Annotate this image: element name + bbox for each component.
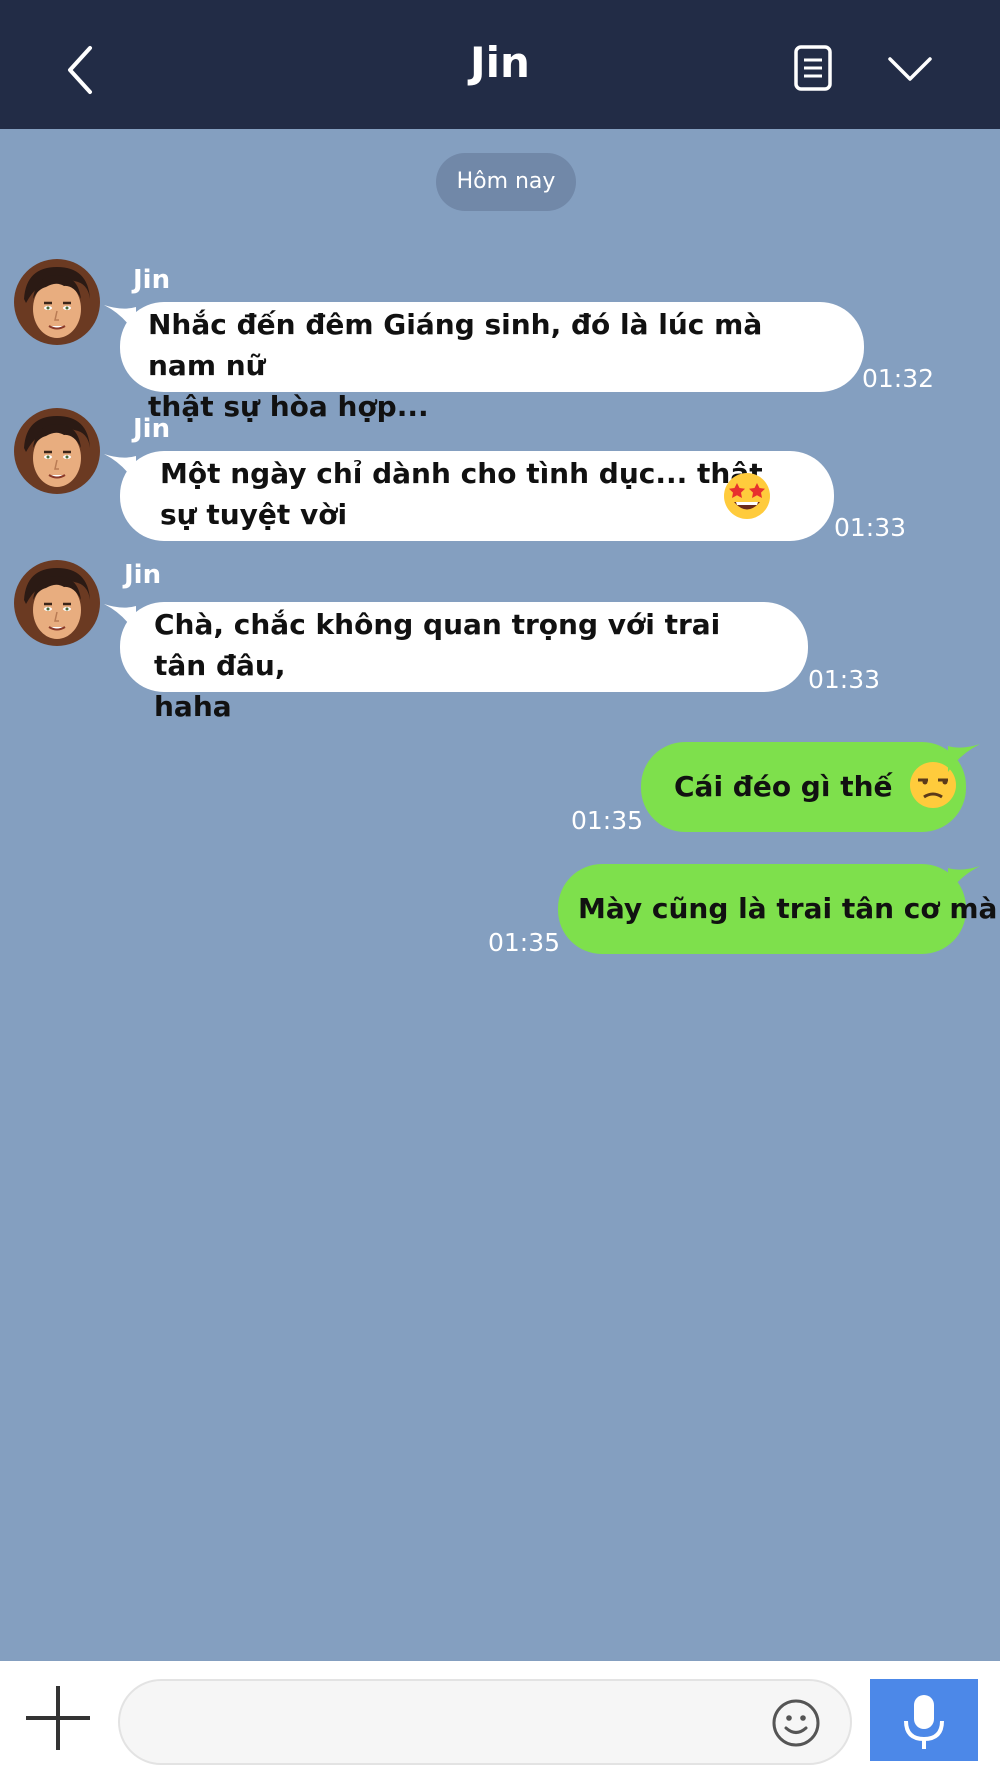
message-line: Một ngày chỉ dành cho tình dục... thật bbox=[160, 457, 763, 490]
smiley-icon bbox=[772, 1699, 820, 1747]
attach-button[interactable] bbox=[24, 1684, 92, 1752]
dropdown-menu-button[interactable] bbox=[885, 50, 935, 88]
voice-message-button[interactable] bbox=[870, 1679, 978, 1761]
avatar[interactable] bbox=[14, 560, 100, 646]
avatar[interactable] bbox=[14, 259, 100, 345]
sender-name: Jin bbox=[124, 560, 162, 590]
plus-icon bbox=[26, 1686, 90, 1750]
message-input[interactable] bbox=[118, 1679, 852, 1765]
message-time: 01:32 bbox=[862, 364, 935, 393]
chat-area[interactable]: Hôm nay Jin Nhắc đến đêm Giáng sinh, đó … bbox=[0, 129, 1000, 1661]
avatar[interactable] bbox=[14, 408, 100, 494]
chat-title: Jin bbox=[470, 38, 530, 87]
message-bubble[interactable]: Chà, chắc không quan trọng với trai tân … bbox=[120, 602, 808, 723]
chevron-down-icon bbox=[888, 57, 932, 81]
date-separator: Hôm nay bbox=[436, 153, 576, 211]
message-line: Chà, chắc không quan trọng với trai tân … bbox=[154, 608, 721, 682]
message-bubble[interactable]: Mày cũng là trai tân cơ mà bbox=[558, 864, 997, 954]
message-bubble[interactable]: Nhắc đến đêm Giáng sinh, đó là lúc mà na… bbox=[120, 302, 864, 423]
message-time: 01:33 bbox=[834, 513, 907, 542]
bubble-tail bbox=[948, 744, 980, 772]
message-line: thật sự hòa hợp... bbox=[148, 390, 429, 423]
message-time: 01:35 bbox=[488, 928, 561, 957]
message-bubble[interactable]: Cái đéo gì thế bbox=[641, 742, 966, 832]
message-time: 01:33 bbox=[808, 665, 881, 694]
message-line: Nhắc đến đêm Giáng sinh, đó là lúc mà na… bbox=[148, 308, 763, 382]
sender-name: Jin bbox=[133, 265, 171, 295]
sender-name: Jin bbox=[133, 414, 171, 444]
message-time: 01:35 bbox=[571, 806, 644, 835]
notes-icon bbox=[794, 45, 832, 91]
message-line: sự tuyệt vời bbox=[160, 498, 348, 531]
message-bubble[interactable]: Một ngày chỉ dành cho tình dục... thật s… bbox=[120, 451, 834, 541]
bubble-tail bbox=[948, 866, 980, 894]
message-line: haha bbox=[154, 690, 232, 723]
chat-header: Jin bbox=[0, 0, 1000, 129]
star-struck-emoji bbox=[724, 473, 770, 519]
message-text: Mày cũng là trai tân cơ mà bbox=[578, 892, 998, 925]
message-text: Cái đéo gì thế bbox=[674, 770, 893, 803]
microphone-icon bbox=[904, 1695, 944, 1749]
chat-input-bar bbox=[0, 1661, 1000, 1778]
notes-button[interactable] bbox=[788, 44, 840, 94]
emoji-button[interactable] bbox=[770, 1697, 822, 1749]
